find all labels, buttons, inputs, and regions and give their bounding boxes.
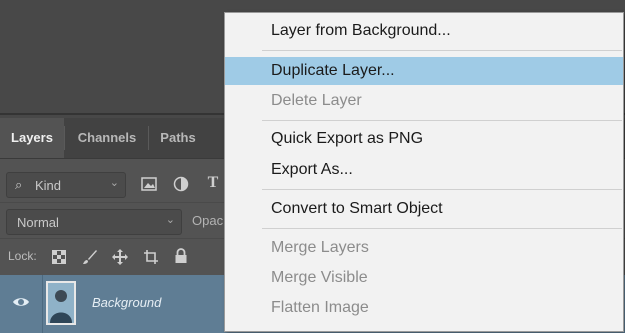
adjustment-filter-icon[interactable]	[172, 175, 190, 193]
blend-mode-dropdown[interactable]: Normal ⌄	[6, 209, 182, 235]
layer-thumbnail	[46, 281, 76, 325]
menu-item-layer-from-background[interactable]: Layer from Background...	[225, 17, 623, 45]
filter-kind-label: Kind	[35, 178, 62, 193]
menu-separator	[262, 228, 622, 229]
artboard-lock-icon[interactable]	[142, 248, 160, 266]
menu-item-quick-export-png[interactable]: Quick Export as PNG	[225, 125, 623, 153]
filter-kind-dropdown[interactable]: ⌕ Kind ⌄	[6, 172, 126, 198]
opacity-label: Opac	[192, 213, 224, 228]
tab-paths[interactable]: Paths	[150, 118, 206, 158]
menu-item-delete-layer[interactable]: Delete Layer	[225, 87, 623, 115]
chevron-down-icon: ⌄	[109, 177, 119, 189]
menu-item-export-as[interactable]: Export As...	[225, 156, 623, 184]
menu-item-merge-layers[interactable]: Merge Layers	[225, 234, 623, 262]
menu-item-flatten-image[interactable]: Flatten Image	[225, 294, 623, 322]
tab-layers[interactable]: Layers	[0, 118, 64, 158]
lock-label: Lock:	[8, 249, 37, 263]
menu-separator	[262, 50, 622, 51]
layer-context-menu: Layer from Background... Duplicate Layer…	[224, 12, 624, 332]
lock-icon[interactable]	[172, 247, 190, 265]
chevron-down-icon: ⌄	[165, 214, 175, 226]
visibility-toggle[interactable]	[0, 275, 43, 333]
type-filter-icon[interactable]: T	[204, 174, 222, 192]
menu-item-duplicate-layer[interactable]: Duplicate Layer...	[225, 57, 623, 85]
tab-separator	[148, 126, 149, 150]
tab-separator	[64, 126, 65, 150]
menu-item-convert-smart-object[interactable]: Convert to Smart Object	[225, 195, 623, 223]
move-icon[interactable]	[111, 248, 129, 266]
search-icon: ⌕	[15, 177, 23, 192]
menu-separator	[262, 189, 622, 190]
menu-separator	[262, 120, 622, 121]
layer-name: Background	[92, 295, 162, 310]
brush-icon[interactable]	[81, 248, 99, 266]
tab-channels[interactable]: Channels	[66, 118, 148, 158]
lock-transparent-icon[interactable]	[50, 248, 68, 266]
blend-mode-value: Normal	[17, 215, 59, 230]
image-filter-icon[interactable]	[140, 175, 158, 193]
eye-icon	[13, 298, 29, 306]
menu-item-merge-visible[interactable]: Merge Visible	[225, 264, 623, 292]
